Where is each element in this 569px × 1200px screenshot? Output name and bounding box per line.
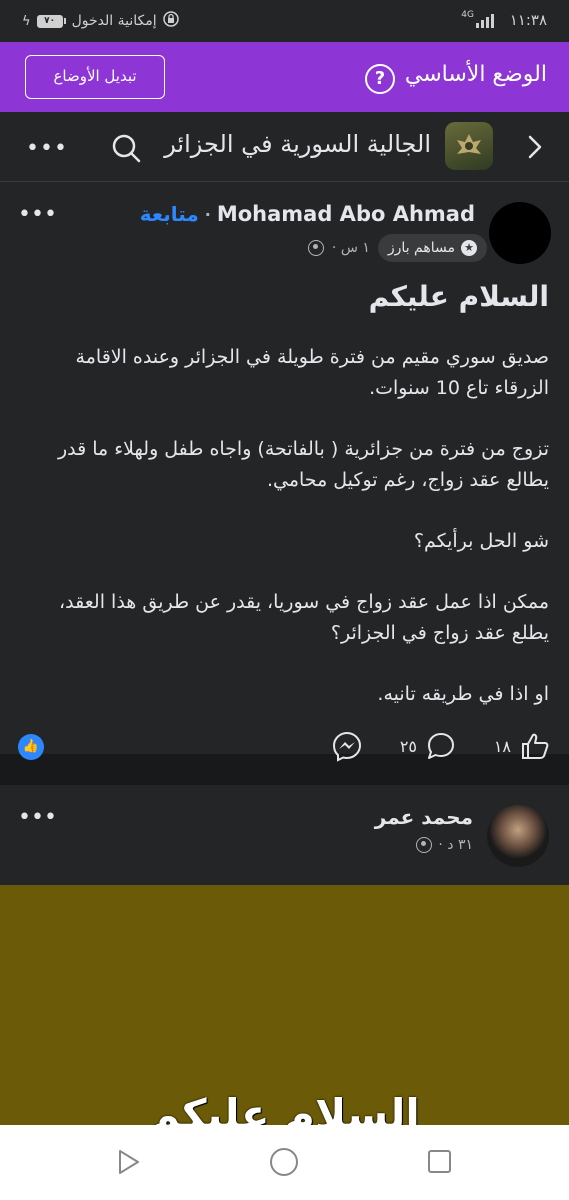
like-icon — [522, 733, 549, 759]
like-button[interactable]: ١٨ — [494, 730, 551, 762]
status-left-group: ϟ ٧٠ إمكانية الدخول — [22, 11, 179, 31]
post-paragraph: شو الحل برأيكم؟ — [413, 530, 549, 552]
lock-icon — [162, 11, 179, 31]
author-line: متابعة · Mohamad Abo Ahmad — [139, 202, 475, 226]
status-bar: ϟ ٧٠ إمكانية الدخول 4G ١١:٣٨ — [0, 0, 569, 42]
privacy-icon — [416, 837, 433, 853]
author-avatar[interactable] — [489, 202, 551, 264]
accessibility-label: إمكانية الدخول — [71, 13, 157, 29]
star-icon: ★ — [461, 240, 477, 256]
post-card: متابعة · Mohamad Abo Ahmad ★ مساهم بارز … — [0, 182, 569, 762]
group-avatar[interactable] — [445, 122, 493, 170]
group-header: الجالية السورية في الجزائر ••• — [0, 112, 569, 182]
group-name[interactable]: الجالية السورية في الجزائر — [164, 130, 431, 158]
comment-count: ٢٥ — [399, 736, 417, 756]
mode-title: الوضع الأساسي — [404, 62, 547, 87]
author-avatar-2[interactable] — [487, 805, 549, 867]
post-time[interactable]: ١ س · — [332, 240, 370, 256]
send-button[interactable] — [331, 730, 363, 762]
post-paragraph: ممكن اذا عمل عقد زواج في سوريا، يقدر عن … — [59, 591, 549, 644]
nav-back-icon[interactable] — [116, 1147, 142, 1177]
charging-icon: ϟ — [22, 13, 31, 29]
post-headline: السلام عليكم — [368, 280, 549, 313]
system-nav-bar — [0, 1125, 569, 1200]
help-icon[interactable]: ? — [365, 64, 395, 94]
comment-button[interactable]: ٢٥ — [400, 730, 457, 762]
author-name-2[interactable]: محمد عمر — [375, 805, 473, 829]
battery-level: ٧٠ — [36, 14, 63, 28]
reaction-like-icon[interactable]: 👍 — [18, 734, 44, 760]
badge-label: مساهم بارز — [387, 240, 455, 256]
post-card-2: محمد عمر ٣١ د · ••• — [0, 785, 569, 885]
search-icon[interactable] — [110, 132, 142, 164]
media-text: السلام عليكم — [149, 1090, 420, 1125]
back-icon[interactable] — [519, 132, 549, 162]
author-name[interactable]: Mohamad Abo Ahmad — [217, 202, 475, 226]
follow-button[interactable]: متابعة — [140, 202, 199, 226]
signal-icon: 4G — [459, 10, 494, 28]
post-paragraph: او اذا في طريقه تانيه. — [377, 683, 549, 705]
post-body: صديق سوري مقيم من فترة طويلة في الجزائر … — [20, 342, 549, 740]
privacy-icon — [307, 240, 324, 256]
network-type: 4G — [461, 10, 474, 20]
post-meta-2: ٣١ د · — [416, 837, 473, 853]
post-meta: ★ مساهم بارز ١ س · — [307, 234, 487, 262]
post-time-2[interactable]: ٣١ د · — [438, 837, 473, 853]
post-more-icon-2[interactable]: ••• — [18, 805, 57, 830]
like-count: ١٨ — [493, 736, 511, 756]
clock: ١١:٣٨ — [509, 11, 547, 29]
nav-home-icon[interactable] — [270, 1148, 298, 1176]
comment-icon — [428, 733, 454, 759]
mode-banner: الوضع الأساسي ? تبديل الأوضاع — [0, 42, 569, 112]
messenger-icon — [332, 731, 362, 762]
post-paragraph: تزوج من فترة من جزائرية ( بالفاتحة) واجا… — [57, 438, 549, 491]
contributor-badge[interactable]: ★ مساهم بارز — [377, 234, 487, 262]
battery-icon: ٧٠ — [36, 14, 66, 28]
nav-recents-icon[interactable] — [428, 1150, 451, 1173]
post-media[interactable]: السلام عليكم — [0, 885, 569, 1125]
post-more-icon[interactable]: ••• — [18, 202, 57, 227]
switch-mode-button[interactable]: تبديل الأوضاع — [25, 55, 165, 99]
more-options-icon[interactable]: ••• — [26, 136, 68, 161]
post-paragraph: صديق سوري مقيم من فترة طويلة في الجزائر … — [75, 346, 549, 399]
